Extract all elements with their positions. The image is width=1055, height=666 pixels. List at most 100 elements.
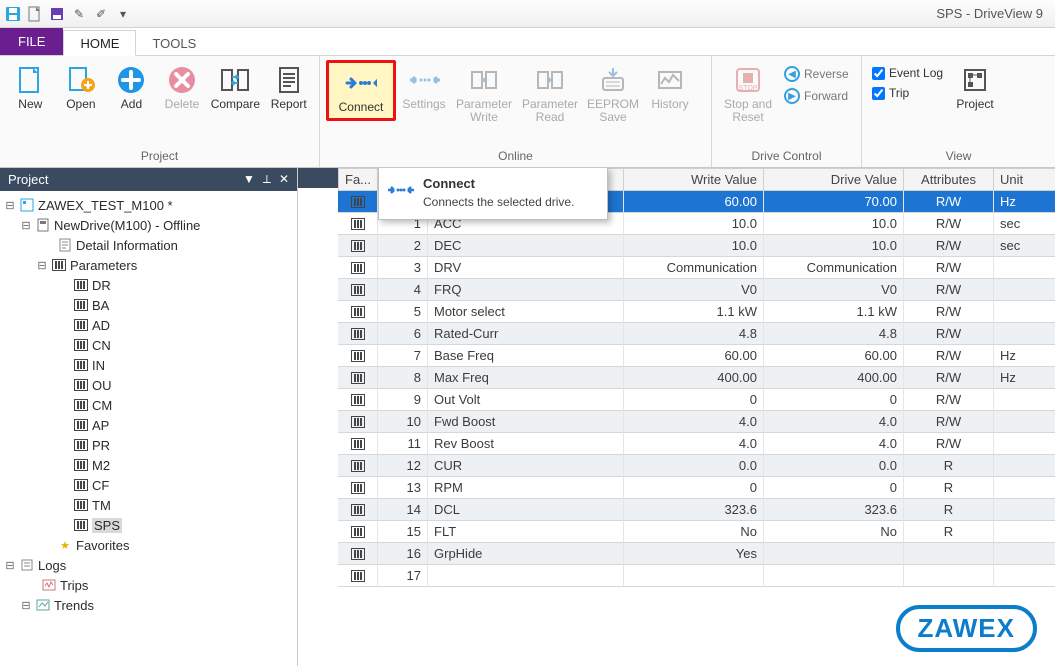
trip-checkbox[interactable]: Trip [872, 86, 943, 100]
cell-write[interactable]: 4.0 [624, 411, 764, 433]
tree-logs[interactable]: Logs [38, 558, 66, 573]
panel-dropdown-icon[interactable]: ▼ [243, 172, 255, 187]
history-button[interactable]: History [644, 60, 696, 113]
qat-save-icon[interactable] [4, 5, 22, 23]
tree-drive[interactable]: NewDrive(M100) - Offline [54, 218, 200, 233]
quick-access-toolbar: ✎ ✐ ▾ [4, 5, 132, 23]
connect-tooltip: Connect Connects the selected drive. [378, 168, 608, 220]
cell-write[interactable]: 0 [624, 477, 764, 499]
cell-write[interactable]: 60.00 [624, 191, 764, 213]
tree-pgroup-in[interactable]: IN [2, 355, 295, 375]
qat-dropdown-icon[interactable]: ▾ [114, 5, 132, 23]
table-row[interactable]: 3DRVCommunicationCommunicationR/W [338, 257, 1055, 279]
reverse-icon: ◀ [784, 66, 800, 82]
cell-write[interactable]: 0 [624, 389, 764, 411]
cell-write[interactable]: 0.0 [624, 455, 764, 477]
cell-no: 7 [378, 345, 428, 367]
table-row[interactable]: 5Motor select1.1 kW1.1 kWR/W [338, 301, 1055, 323]
table-row[interactable]: 9Out Volt00R/W [338, 389, 1055, 411]
tree-pgroup-cm[interactable]: CM [2, 395, 295, 415]
qat-new-icon[interactable] [26, 5, 44, 23]
tree-pgroup-m2[interactable]: M2 [2, 455, 295, 475]
tree-pgroup-ad[interactable]: AD [2, 315, 295, 335]
tree-trends[interactable]: Trends [54, 598, 94, 613]
tree-trips[interactable]: Trips [60, 578, 88, 593]
col-attr[interactable]: Attributes [904, 168, 994, 191]
row-icon [338, 213, 378, 235]
grid-body[interactable]: 0Cmd. freq60.0070.00R/WHz1ACC10.010.0R/W… [338, 191, 1055, 587]
connect-button[interactable]: Connect [326, 60, 396, 121]
col-write[interactable]: Write Value [624, 168, 764, 191]
cell-write[interactable]: 60.00 [624, 345, 764, 367]
table-row[interactable]: 7Base Freq60.0060.00R/WHz [338, 345, 1055, 367]
cell-write[interactable]: 10.0 [624, 235, 764, 257]
table-row[interactable]: 12CUR0.00.0R [338, 455, 1055, 477]
open-button[interactable]: Open [57, 60, 106, 113]
table-row[interactable]: 11Rev Boost4.04.0R/W [338, 433, 1055, 455]
qat-brush-icon[interactable]: ✐ [92, 5, 110, 23]
tree-pgroup-dr[interactable]: DR [2, 275, 295, 295]
table-row[interactable]: 2DEC10.010.0R/Wsec [338, 235, 1055, 257]
parameter-write-button[interactable]: Parameter Write [452, 60, 516, 126]
cell-write[interactable]: 1.1 kW [624, 301, 764, 323]
table-row[interactable]: 4FRQV0V0R/W [338, 279, 1055, 301]
tab-file[interactable]: FILE [0, 28, 63, 55]
eventlog-checkbox[interactable]: Event Log [872, 66, 943, 80]
cell-unit [994, 477, 1055, 499]
tab-tools[interactable]: TOOLS [136, 31, 212, 55]
project-tree[interactable]: ⊟ZAWEX_TEST_M100 * ⊟NewDrive(M100) - Off… [0, 191, 297, 666]
table-row[interactable]: 15FLTNoNoR [338, 521, 1055, 543]
tab-home[interactable]: HOME [63, 30, 136, 56]
table-row[interactable]: 10Fwd Boost4.04.0R/W [338, 411, 1055, 433]
table-row[interactable]: 17 [338, 565, 1055, 587]
tree-pgroup-ba[interactable]: BA [2, 295, 295, 315]
settings-button[interactable]: Settings [398, 60, 450, 113]
cell-write[interactable]: No [624, 521, 764, 543]
cell-write[interactable]: 400.00 [624, 367, 764, 389]
cell-write[interactable]: V0 [624, 279, 764, 301]
report-button[interactable]: Report [264, 60, 313, 113]
table-row[interactable]: 8Max Freq400.00400.00R/WHz [338, 367, 1055, 389]
delete-button[interactable]: Delete [158, 60, 207, 113]
forward-button[interactable]: ▶Forward [780, 86, 853, 106]
panel-pin-icon[interactable]: ⟂ [263, 172, 271, 187]
tree-pgroup-tm[interactable]: TM [2, 495, 295, 515]
cell-write[interactable]: Communication [624, 257, 764, 279]
tree-detail[interactable]: Detail Information [76, 238, 178, 253]
table-row[interactable]: 6Rated-Curr4.84.8R/W [338, 323, 1055, 345]
stop-reset-button[interactable]: STOP Stop and Reset [718, 60, 778, 126]
reverse-button[interactable]: ◀Reverse [780, 64, 853, 84]
col-fav[interactable]: Fa... [338, 168, 378, 191]
cell-write[interactable] [624, 565, 764, 587]
cell-write[interactable]: Yes [624, 543, 764, 565]
cell-attr: R/W [904, 389, 994, 411]
qat-edit-icon[interactable]: ✎ [70, 5, 88, 23]
tree-favorites[interactable]: Favorites [76, 538, 129, 553]
table-row[interactable]: 16GrpHideYes [338, 543, 1055, 565]
cell-write[interactable]: 323.6 [624, 499, 764, 521]
tree-pgroup-cn[interactable]: CN [2, 335, 295, 355]
cell-write[interactable]: 4.8 [624, 323, 764, 345]
parameter-read-button[interactable]: Parameter Read [518, 60, 582, 126]
compare-button[interactable]: Compare [208, 60, 262, 113]
tree-parameters[interactable]: Parameters [70, 258, 137, 273]
add-button[interactable]: Add [107, 60, 156, 113]
tree-pgroup-pr[interactable]: PR [2, 435, 295, 455]
col-drive[interactable]: Drive Value [764, 168, 904, 191]
eeprom-save-button[interactable]: EEPROM Save [584, 60, 642, 126]
tree-pgroup-ap[interactable]: AP [2, 415, 295, 435]
view-project-button[interactable]: Project [949, 60, 1001, 113]
tree-root[interactable]: ZAWEX_TEST_M100 * [38, 198, 173, 213]
table-row[interactable]: 13RPM00R [338, 477, 1055, 499]
cell-write[interactable]: 10.0 [624, 213, 764, 235]
new-button[interactable]: New [6, 60, 55, 113]
cell-write[interactable]: 4.0 [624, 433, 764, 455]
svg-text:STOP: STOP [739, 85, 758, 92]
tree-pgroup-ou[interactable]: OU [2, 375, 295, 395]
table-row[interactable]: 14DCL323.6323.6R [338, 499, 1055, 521]
qat-disk-icon[interactable] [48, 5, 66, 23]
tree-pgroup-sps[interactable]: SPS [2, 515, 295, 535]
panel-close-icon[interactable]: ✕ [279, 172, 289, 187]
tree-pgroup-cf[interactable]: CF [2, 475, 295, 495]
col-unit[interactable]: Unit [994, 168, 1055, 191]
